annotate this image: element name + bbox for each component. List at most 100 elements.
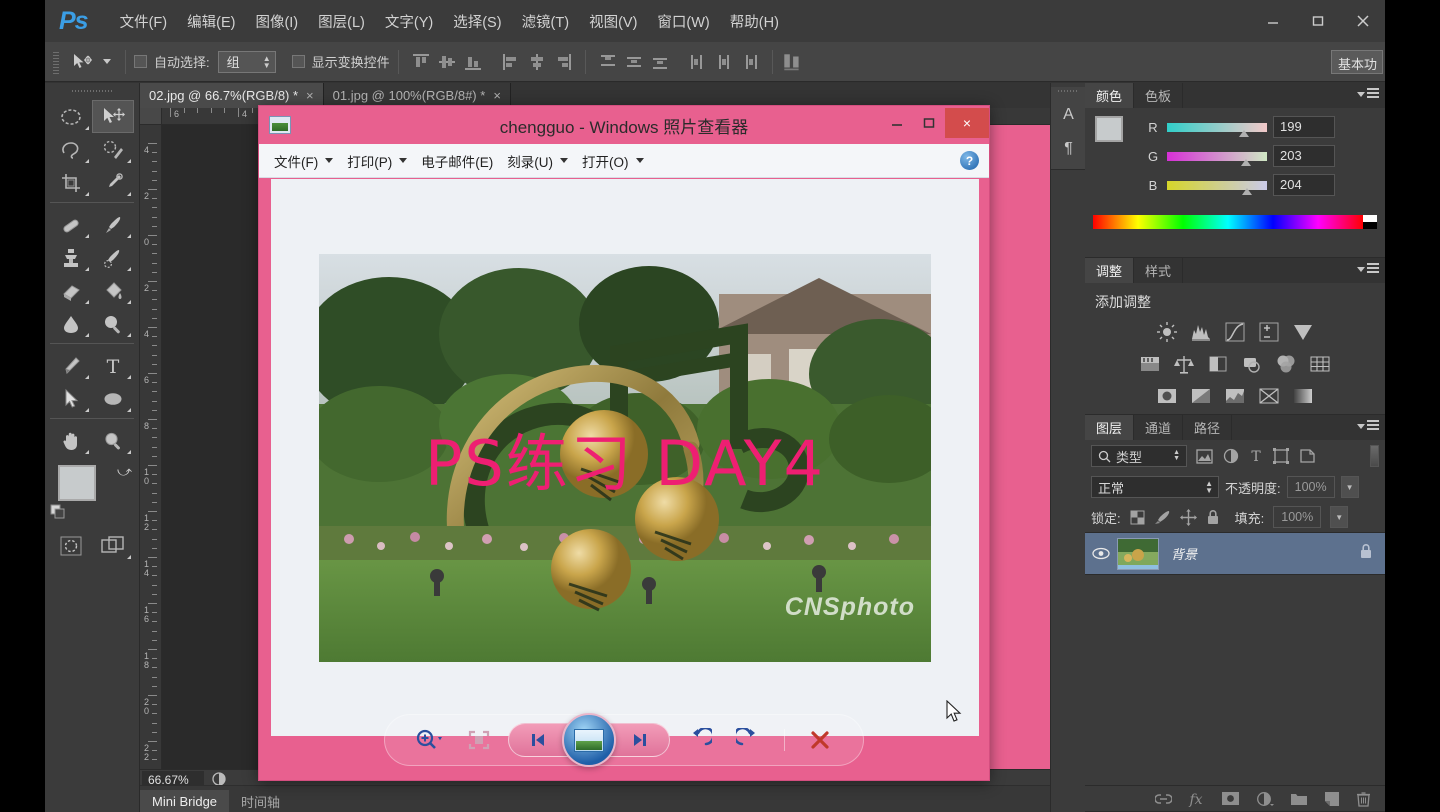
brush-tool[interactable]	[92, 208, 134, 241]
opacity-value[interactable]: 100%	[1286, 476, 1335, 498]
default-colors-icon[interactable]	[50, 504, 66, 525]
pen-tool[interactable]	[50, 349, 92, 382]
distribute-horizontal-centers-icon[interactable]	[714, 52, 734, 72]
photo-viewer-maximize-icon[interactable]	[913, 108, 945, 138]
healing-brush-tool[interactable]	[50, 208, 92, 241]
new-layer-icon[interactable]	[1324, 791, 1340, 807]
layers-panel-menu-icon[interactable]	[1357, 420, 1379, 432]
move-tool[interactable]	[92, 100, 134, 133]
delete-button[interactable]	[799, 723, 841, 757]
photo-viewer-menu-file[interactable]: 文件(F)	[267, 147, 340, 175]
hue-saturation-icon[interactable]	[1139, 353, 1161, 375]
zoom-tool[interactable]	[92, 424, 134, 457]
vertical-ruler[interactable]: 420246810121416182022	[140, 125, 162, 769]
fill-chevron-icon[interactable]: ▼	[1330, 506, 1349, 528]
crop-tool[interactable]	[50, 166, 92, 199]
threshold-icon[interactable]	[1224, 385, 1246, 407]
type-filter-icon[interactable]: T	[1249, 448, 1263, 464]
invert-icon[interactable]	[1156, 385, 1178, 407]
slider-value-g[interactable]: 203	[1273, 145, 1335, 167]
tab-close-icon[interactable]: ×	[306, 88, 314, 103]
dock-grip-icon[interactable]	[1058, 87, 1078, 96]
slider-value-b[interactable]: 204	[1273, 174, 1335, 196]
menu-item-image[interactable]: 图像(I)	[245, 6, 308, 37]
tool-preset-picker[interactable]	[65, 52, 117, 72]
blur-tool[interactable]	[50, 307, 92, 340]
tab-mini-bridge[interactable]: Mini Bridge	[140, 790, 230, 812]
layer-thumbnail[interactable]	[1117, 537, 1159, 570]
distribute-top-edges-icon[interactable]	[598, 52, 618, 72]
slider-thumb-b[interactable]	[1242, 187, 1252, 195]
shape-filter-icon[interactable]	[1273, 448, 1289, 464]
distribute-vertical-centers-icon[interactable]	[624, 52, 644, 72]
slider-thumb-r[interactable]	[1239, 129, 1249, 137]
options-grip-icon[interactable]	[51, 49, 61, 74]
ruler-corner[interactable]	[140, 108, 162, 125]
layer-row-background[interactable]: 背景	[1085, 533, 1385, 575]
align-vertical-centers-icon[interactable]	[437, 52, 457, 72]
opacity-chevron-icon[interactable]: ▼	[1340, 476, 1359, 498]
paint-bucket-tool[interactable]	[92, 274, 134, 307]
foreground-color-swatch[interactable]	[58, 465, 96, 501]
adjustment-filter-icon[interactable]	[1223, 448, 1239, 464]
tab-color[interactable]: 颜色	[1085, 83, 1135, 108]
new-group-icon[interactable]	[1290, 791, 1308, 806]
layer-visibility-eye-icon[interactable]	[1085, 547, 1117, 560]
slider-track-b[interactable]	[1167, 180, 1267, 195]
lock-transparency-icon[interactable]	[1130, 510, 1145, 525]
photo-viewer-close-icon[interactable]: ×	[945, 108, 989, 138]
quick-mask-mode-icon[interactable]	[50, 529, 92, 562]
tab-adjustments[interactable]: 调整	[1085, 258, 1135, 283]
distribute-left-edges-icon[interactable]	[688, 52, 708, 72]
tools-grip-icon[interactable]	[72, 86, 112, 96]
menu-item-window[interactable]: 窗口(W)	[647, 6, 719, 37]
align-horizontal-centers-icon[interactable]	[527, 52, 547, 72]
auto-select-checkbox[interactable]	[134, 55, 147, 68]
fill-value[interactable]: 100%	[1273, 506, 1322, 528]
swap-colors-icon[interactable]: ⤻	[117, 463, 132, 480]
next-button[interactable]	[607, 723, 670, 757]
slider-track-r[interactable]	[1167, 122, 1267, 137]
blend-mode-select[interactable]: 正常 ▲ ▼	[1091, 476, 1219, 498]
workspace-button[interactable]: 基本功	[1331, 50, 1383, 74]
paragraph-panel-icon[interactable]: ¶	[1051, 132, 1086, 166]
selective-color-icon[interactable]	[1258, 385, 1280, 407]
menu-item-edit[interactable]: 编辑(E)	[177, 6, 245, 37]
levels-icon[interactable]	[1190, 321, 1212, 343]
adjustments-panel-menu-icon[interactable]	[1357, 263, 1379, 275]
menu-item-type[interactable]: 文字(Y)	[375, 6, 443, 37]
layer-style-fx-icon[interactable]: fx	[1188, 791, 1205, 807]
dodge-tool[interactable]	[92, 307, 134, 340]
align-right-edges-icon[interactable]	[553, 52, 573, 72]
rotate-left-button[interactable]	[678, 723, 720, 757]
add-mask-icon[interactable]	[1221, 791, 1240, 806]
slider-value-r[interactable]: 199	[1273, 116, 1335, 138]
vibrance-icon[interactable]	[1292, 321, 1314, 343]
exposure-icon[interactable]	[1258, 321, 1280, 343]
photo-filter-icon[interactable]	[1241, 353, 1263, 375]
tab-styles[interactable]: 样式	[1134, 258, 1184, 283]
type-tool[interactable]: T	[92, 349, 134, 382]
tab-close-icon[interactable]: ×	[493, 88, 501, 103]
lock-image-icon[interactable]	[1154, 510, 1171, 525]
photo-viewer-menu-open[interactable]: 打开(O)	[575, 147, 651, 175]
black-white-icon[interactable]	[1207, 353, 1229, 375]
eyedropper-tool[interactable]	[92, 166, 134, 199]
hand-tool[interactable]	[50, 424, 92, 457]
auto-align-layers-icon[interactable]	[781, 51, 803, 73]
align-top-edges-icon[interactable]	[411, 52, 431, 72]
menu-item-help[interactable]: 帮助(H)	[720, 6, 789, 37]
align-bottom-edges-icon[interactable]	[463, 52, 483, 72]
posterize-icon[interactable]	[1190, 385, 1212, 407]
slider-thumb-g[interactable]	[1241, 158, 1251, 166]
tab-swatches[interactable]: 色板	[1134, 83, 1184, 108]
color-balance-icon[interactable]	[1173, 353, 1195, 375]
color-lookup-icon[interactable]	[1309, 353, 1331, 375]
slider-track-g[interactable]	[1167, 151, 1267, 166]
link-layers-icon[interactable]	[1155, 793, 1172, 805]
channel-mixer-icon[interactable]	[1275, 353, 1297, 375]
marquee-tool[interactable]	[50, 100, 92, 133]
eraser-tool[interactable]	[50, 274, 92, 307]
photo-viewer-minimize-icon[interactable]	[881, 108, 913, 138]
lasso-tool[interactable]	[50, 133, 92, 166]
